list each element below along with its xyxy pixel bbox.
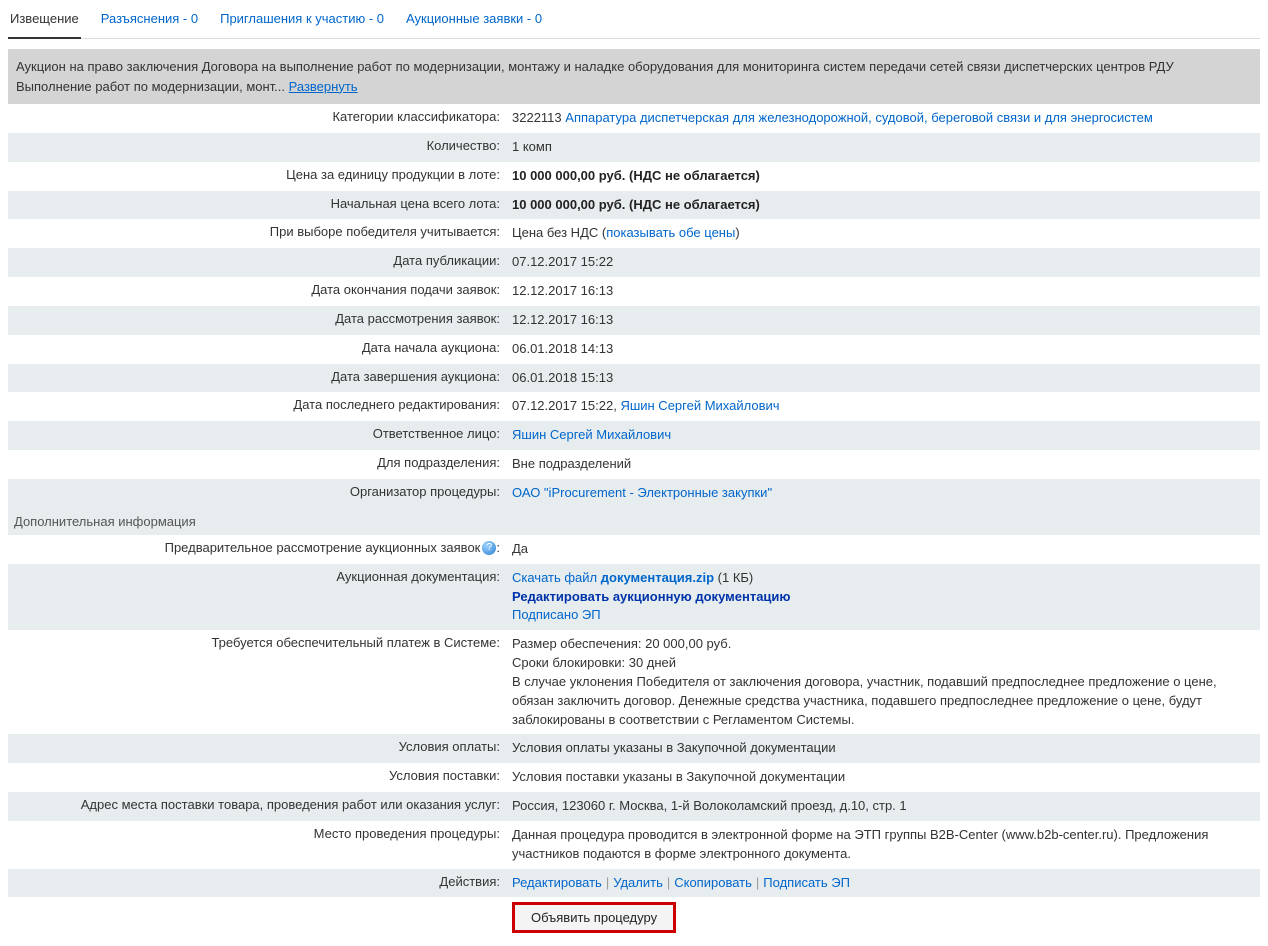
reviewdate-label: Дата рассмотрения заявок: (8, 306, 506, 335)
section-additional-info: Дополнительная информация (8, 508, 202, 535)
delivterms-value: Условия поставки указаны в Закупочной до… (506, 763, 1260, 792)
pubdate-label: Дата публикации: (8, 248, 506, 277)
responsible-link[interactable]: Яшин Сергей Михайлович (512, 427, 671, 442)
reviewdate-value: 12.12.2017 16:13 (506, 306, 1260, 335)
lotprice-value: 10 000 000,00 руб. (НДС не облагается) (506, 191, 1260, 220)
procedure-header: Аукцион на право заключения Договора на … (8, 49, 1260, 104)
action-edit-link[interactable]: Редактировать (512, 875, 602, 890)
download-file-link[interactable]: Скачать файл документация.zip (512, 570, 714, 585)
qty-label: Количество: (8, 133, 506, 162)
preview-value: Да (506, 535, 1260, 564)
docs-label: Аукционная документация: (8, 564, 506, 631)
docs-value: Скачать файл документация.zip (1 КБ) Ред… (506, 564, 1260, 631)
lotprice-label: Начальная цена всего лота: (8, 191, 506, 220)
winner-criteria-value: Цена без НДС (показывать обе цены) (506, 219, 1260, 248)
show-both-prices-link[interactable]: показывать обе цены (606, 225, 735, 240)
department-value: Вне подразделений (506, 450, 1260, 479)
lastedit-value: 07.12.2017 15:22, Яшин Сергей Михайлович (506, 392, 1260, 421)
place-value: Данная процедура проводится в электронно… (506, 821, 1260, 869)
responsible-value: Яшин Сергей Михайлович (506, 421, 1260, 450)
classifier-value: 3222113 Аппаратура диспетчерская для жел… (506, 104, 1260, 133)
organizer-link[interactable]: ОАО "iProcurement - Электронные закупки" (512, 485, 772, 500)
action-delete-link[interactable]: Удалить (613, 875, 663, 890)
enddate-label: Дата окончания подачи заявок: (8, 277, 506, 306)
help-icon[interactable]: ? (482, 541, 496, 555)
winner-criteria-label: При выборе победителя учитывается: (8, 219, 506, 248)
startdate-value: 06.01.2018 14:13 (506, 335, 1260, 364)
responsible-label: Ответственное лицо: (8, 421, 506, 450)
deposit-value: Размер обеспечения: 20 000,00 руб. Сроки… (506, 630, 1260, 734)
department-label: Для подразделения: (8, 450, 506, 479)
unitprice-label: Цена за единицу продукции в лоте: (8, 162, 506, 191)
procedure-title: Аукцион на право заключения Договора на … (16, 57, 1252, 77)
signed-ep-link[interactable]: Подписано ЭП (512, 607, 601, 622)
actions-label: Действия: (8, 869, 506, 898)
actions-value: Редактировать|Удалить|Скопировать|Подпис… (506, 869, 1260, 898)
tab-invitations[interactable]: Приглашения к участию - 0 (218, 8, 386, 32)
address-label: Адрес места поставки товара, проведения … (8, 792, 506, 821)
payterms-value: Условия оплаты указаны в Закупочной доку… (506, 734, 1260, 763)
expand-link[interactable]: Развернуть (289, 79, 358, 94)
classifier-link[interactable]: Аппаратура диспетчерская для железнодоро… (565, 110, 1152, 125)
preview-label: Предварительное рассмотрение аукционных … (8, 535, 506, 564)
unitprice-value: 10 000 000,00 руб. (НДС не облагается) (506, 162, 1260, 191)
finishdate-label: Дата завершения аукциона: (8, 364, 506, 393)
place-label: Место проведения процедуры: (8, 821, 506, 869)
delivterms-label: Условия поставки: (8, 763, 506, 792)
action-sign-link[interactable]: Подписать ЭП (763, 875, 850, 890)
details-table: Категории классификатора: 3222113 Аппара… (8, 104, 1260, 938)
edit-documentation-link[interactable]: Редактировать аукционную документацию (512, 589, 791, 604)
deposit-label: Требуется обеспечительный платеж в Систе… (8, 630, 506, 734)
pubdate-value: 07.12.2017 15:22 (506, 248, 1260, 277)
tabs-bar: Извещение Разъяснения - 0 Приглашения к … (8, 8, 1260, 39)
payterms-label: Условия оплаты: (8, 734, 506, 763)
organizer-label: Организатор процедуры: (8, 479, 506, 508)
tab-auction-bids[interactable]: Аукционные заявки - 0 (404, 8, 544, 32)
address-value: Россия, 123060 г. Москва, 1-й Волоколамс… (506, 792, 1260, 821)
action-copy-link[interactable]: Скопировать (674, 875, 752, 890)
tab-clarifications[interactable]: Разъяснения - 0 (99, 8, 200, 32)
startdate-label: Дата начала аукциона: (8, 335, 506, 364)
announce-procedure-button[interactable]: Объявить процедуру (512, 902, 676, 933)
qty-value: 1 комп (506, 133, 1260, 162)
lastedit-label: Дата последнего редактирования: (8, 392, 506, 421)
procedure-subtitle: Выполнение работ по модернизации, монт..… (16, 77, 1252, 97)
finishdate-value: 06.01.2018 15:13 (506, 364, 1260, 393)
organizer-value: ОАО "iProcurement - Электронные закупки" (506, 479, 1260, 508)
classifier-label: Категории классификатора: (8, 104, 506, 133)
lastedit-user-link[interactable]: Яшин Сергей Михайлович (620, 398, 779, 413)
tab-notice[interactable]: Извещение (8, 8, 81, 39)
enddate-value: 12.12.2017 16:13 (506, 277, 1260, 306)
